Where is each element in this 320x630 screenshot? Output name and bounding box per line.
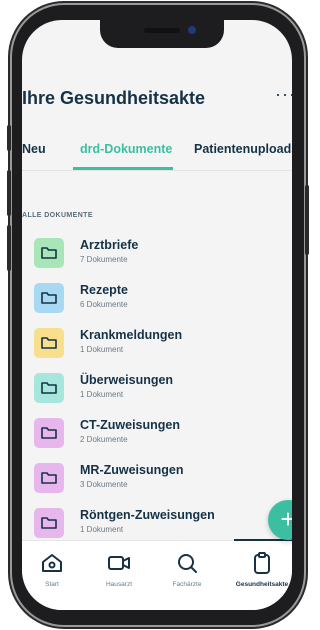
app-screen: Ihre Gesundheitsakte ··· Neu drd-Dokumen… [22, 20, 292, 610]
mute-switch [7, 125, 11, 151]
nav-hausarzt[interactable]: Hausarzt [92, 541, 146, 603]
page-title: Ihre Gesundheitsakte [22, 88, 206, 108]
document-count: 7 Dokumente [80, 255, 128, 264]
document-count: 1 Dokument [80, 525, 124, 534]
nav-fachaerzte[interactable]: Fachärzte [160, 541, 214, 603]
document-count: 3 Dokumente [80, 480, 128, 489]
document-folder-row[interactable]: MR-Zuweisungen 3 Dokumente [34, 457, 284, 502]
document-folder-title: Arztbriefe [80, 238, 139, 252]
nav-label-gesundheitsakte: Gesundheitsakte [235, 581, 289, 588]
nav-label-hausarzt: Hausarzt [105, 581, 132, 588]
document-folder-row[interactable]: Krankmeldungen 1 Dokument [34, 322, 284, 367]
tabs-divider [22, 170, 292, 171]
document-count: 2 Dokumente [80, 435, 128, 444]
tab-neu[interactable]: Neu [22, 142, 46, 156]
folder-icon [34, 508, 64, 538]
front-camera [188, 26, 196, 34]
tab-patientenuploads[interactable]: Patientenuploads [194, 142, 292, 156]
power-button [305, 185, 309, 255]
header: Ihre Gesundheitsakte ··· [22, 82, 292, 122]
video-icon [108, 556, 130, 570]
tab-bar: Neu drd-Dokumente Patientenuploads [22, 130, 292, 178]
document-folder-row[interactable]: Arztbriefe 7 Dokumente [34, 232, 284, 277]
home-icon [42, 554, 62, 572]
document-folder-title: Rezepte [80, 283, 128, 297]
nav-label-start: Start [45, 581, 59, 588]
nav-gesundheitsakte[interactable]: Gesundheitsakte [235, 541, 289, 603]
document-count: 1 Dokument [80, 345, 124, 354]
document-folder-title: Überweisungen [80, 373, 174, 387]
clipboard-icon [254, 552, 270, 574]
search-icon [178, 554, 197, 573]
folder-icon [34, 418, 64, 448]
volume-up-button [7, 170, 11, 216]
bottom-nav: Start Hausarzt Fachärzte Gesundheitsakte [22, 539, 292, 610]
document-folder-row[interactable]: Überweisungen 1 Dokument [34, 367, 284, 412]
document-list: Arztbriefe 7 Dokumente Rezepte 6 Dokumente K… [34, 232, 284, 547]
tab-drd-dokumente[interactable]: drd-Dokumente [80, 142, 172, 156]
document-folder-title: Krankmeldungen [80, 328, 183, 342]
volume-down-button [7, 225, 11, 271]
nav-label-fachaerzte: Fachärzte [172, 581, 202, 588]
more-options-icon[interactable]: ··· [275, 84, 292, 105]
folder-icon [34, 328, 64, 358]
folder-icon [34, 238, 64, 268]
section-label: ALLE DOKUMENTE [22, 212, 93, 219]
folder-icon [34, 463, 64, 493]
notch [100, 20, 224, 48]
document-folder-row[interactable]: CT-Zuweisungen 2 Dokumente [34, 412, 284, 457]
document-count: 6 Dokumente [80, 300, 128, 309]
document-folder-title: CT-Zuweisungen [80, 418, 180, 432]
document-folder-row[interactable]: Rezepte 6 Dokumente [34, 277, 284, 322]
document-count: 1 Dokument [80, 390, 124, 399]
nav-start[interactable]: Start [25, 541, 79, 603]
active-tab-indicator [73, 167, 173, 170]
folder-icon [34, 283, 64, 313]
folder-icon [34, 373, 64, 403]
speaker [144, 28, 180, 33]
document-folder-title: Röntgen-Zuweisungen [80, 508, 215, 522]
document-folder-title: MR-Zuweisungen [80, 463, 184, 477]
